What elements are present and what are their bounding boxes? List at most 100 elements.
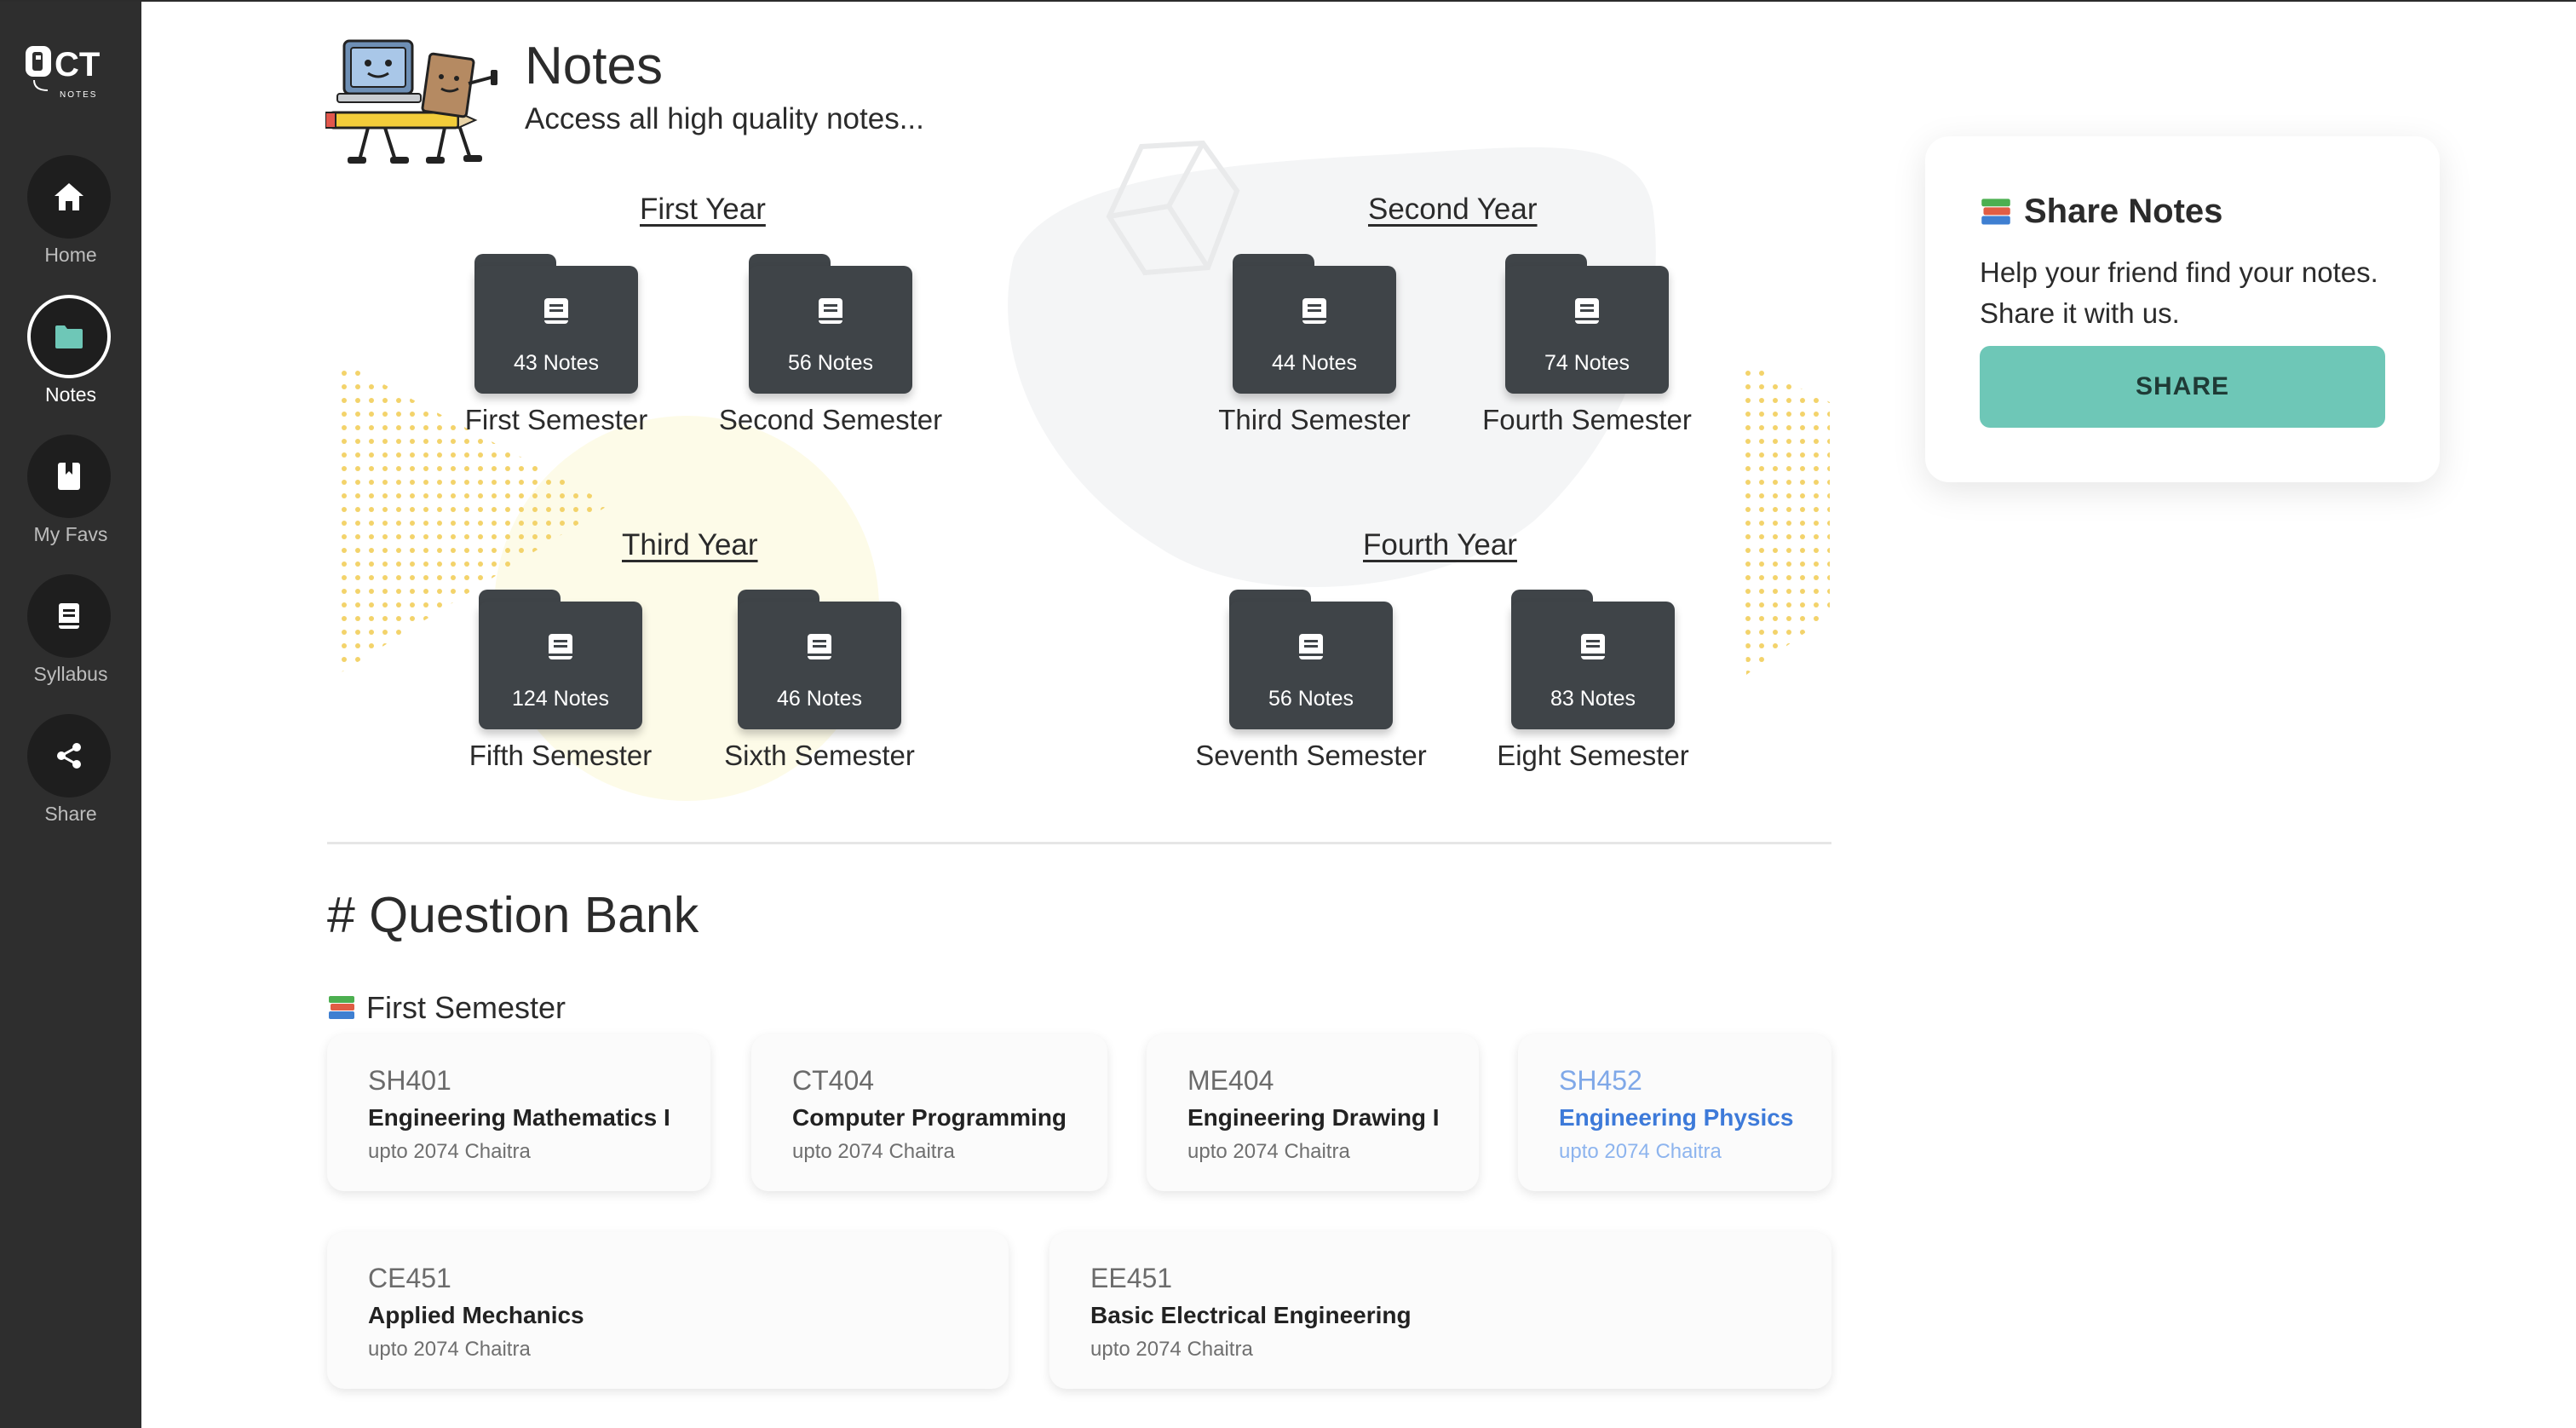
subject-upto: upto 2074 Chaitra — [1559, 1140, 1722, 1163]
share-notes-heading: Share Notes — [1980, 193, 2222, 231]
subject-upto: upto 2074 Chaitra — [368, 1338, 531, 1361]
share-notes-card: Share Notes Help your friend find your n… — [1925, 136, 2440, 482]
sidebar-item-label: Syllabus — [33, 663, 108, 685]
nav-circle — [27, 295, 111, 378]
question-bank-title: # Question Bank — [327, 887, 699, 943]
logo-subtext: NOTES — [60, 90, 97, 100]
sidebar-item-home[interactable]: Home — [0, 155, 141, 283]
subject-name: Engineering Mathematics I — [368, 1104, 670, 1131]
page-subtitle: Access all high quality notes... — [525, 102, 924, 135]
folder-third-semester[interactable]: 44 Notes — [1233, 254, 1396, 397]
sidebar-item-label: Notes — [44, 383, 97, 406]
share-notes-description: Help your friend find your notes. Share … — [1980, 256, 2378, 329]
mascot-illustration — [325, 32, 501, 169]
nav-circle — [27, 155, 111, 239]
folder-body: 124 Notes — [479, 602, 642, 729]
subject-card[interactable]: CT404 Computer Programming upto 2074 Cha… — [751, 1034, 1107, 1191]
folder-fourth-semester[interactable]: 74 Notes — [1505, 254, 1669, 397]
semester-label[interactable]: First Semester — [465, 404, 648, 436]
books-icon — [329, 996, 354, 1019]
notebook-icon — [819, 298, 842, 324]
subject-upto: upto 2074 Chaitra — [1090, 1338, 1253, 1361]
notes-count: 46 Notes — [776, 687, 863, 711]
folder-eight-semester[interactable]: 83 Notes — [1511, 590, 1675, 733]
sidebar-item-label: Home — [44, 244, 97, 266]
folder-icon — [55, 325, 83, 348]
subject-name: Applied Mechanics — [368, 1302, 584, 1328]
year-title-third[interactable]: Third Year — [622, 528, 758, 562]
nav-circle — [27, 435, 111, 518]
sidebar-item-my-favs[interactable]: My Favs — [0, 435, 141, 562]
subject-code: SH401 — [368, 1065, 451, 1096]
subject-name: Basic Electrical Engineering — [1090, 1302, 1412, 1328]
semester-label[interactable]: Seventh Semester — [1195, 740, 1426, 772]
folder-first-semester[interactable]: 43 Notes — [474, 254, 638, 397]
folder-second-semester[interactable]: 56 Notes — [749, 254, 912, 397]
notes-count: 44 Notes — [1271, 351, 1358, 375]
semester-label[interactable]: Third Semester — [1218, 404, 1411, 436]
year-title-second[interactable]: Second Year — [1368, 193, 1538, 227]
notebook-icon — [1299, 634, 1323, 659]
folder-sixth-semester[interactable]: 46 Notes — [738, 590, 901, 733]
subject-code: ME404 — [1187, 1065, 1274, 1096]
home-icon — [55, 183, 83, 210]
folder-body: 56 Notes — [1229, 602, 1393, 729]
subject-card[interactable]: SH401 Engineering Mathematics I upto 207… — [327, 1034, 710, 1191]
notes-count: 43 Notes — [513, 351, 600, 375]
bookmark-icon — [58, 463, 80, 490]
sidebar: CT NOTES Home Notes My Favs Syllabus Sha… — [0, 2, 141, 1428]
subject-card-highlighted[interactable]: SH452 Engineering Physics upto 2074 Chai… — [1518, 1034, 1831, 1191]
sidebar-item-syllabus[interactable]: Syllabus — [0, 574, 141, 702]
book-icon — [59, 603, 79, 629]
folder-body: 44 Notes — [1233, 266, 1396, 394]
semester-label[interactable]: Fourth Semester — [1482, 404, 1692, 436]
semester-label[interactable]: Second Semester — [719, 404, 942, 436]
subject-card[interactable]: EE451 Basic Electrical Engineering upto … — [1049, 1232, 1831, 1389]
sidebar-item-label: Share — [44, 803, 97, 825]
year-title-first[interactable]: First Year — [640, 193, 766, 227]
subject-code: SH452 — [1559, 1065, 1642, 1096]
semester-heading-text: First Semester — [366, 990, 566, 1025]
notebook-icon — [1302, 298, 1326, 324]
sidebar-item-share[interactable]: Share — [0, 714, 141, 842]
subject-code: CT404 — [792, 1065, 875, 1096]
notebook-icon — [1575, 298, 1599, 324]
semester-label[interactable]: Fifth Semester — [469, 740, 653, 772]
subject-name: Engineering Drawing I — [1187, 1104, 1440, 1131]
semester-label[interactable]: Eight Semester — [1497, 740, 1689, 772]
logo-text: CT — [55, 46, 100, 83]
nav-circle — [27, 714, 111, 797]
notebook-icon — [544, 298, 568, 324]
subject-upto: upto 2074 Chaitra — [1187, 1140, 1350, 1163]
subject-upto: upto 2074 Chaitra — [368, 1140, 531, 1163]
folder-fifth-semester[interactable]: 124 Notes — [479, 590, 642, 733]
subject-card[interactable]: ME404 Engineering Drawing I upto 2074 Ch… — [1147, 1034, 1479, 1191]
year-title-fourth[interactable]: Fourth Year — [1363, 528, 1517, 562]
notebook-icon — [808, 634, 831, 659]
share-icon — [57, 743, 81, 769]
share-notes-title: Share Notes — [2024, 193, 2223, 230]
section-divider — [327, 842, 1831, 844]
notes-count: 74 Notes — [1544, 351, 1630, 375]
folder-seventh-semester[interactable]: 56 Notes — [1229, 590, 1393, 733]
notebook-icon — [549, 634, 572, 659]
share-button[interactable]: SHARE — [1980, 346, 2385, 428]
subject-name: Engineering Physics — [1559, 1104, 1794, 1131]
sidebar-item-notes[interactable]: Notes — [0, 295, 141, 423]
notes-count: 56 Notes — [1268, 687, 1354, 711]
notes-count: 56 Notes — [787, 351, 874, 375]
page-title: Notes — [525, 37, 663, 95]
folder-body: 83 Notes — [1511, 602, 1675, 729]
notes-count: 83 Notes — [1550, 687, 1636, 711]
subject-card[interactable]: CE451 Applied Mechanics upto 2074 Chaitr… — [327, 1232, 1009, 1389]
semester-label[interactable]: Sixth Semester — [724, 740, 915, 772]
app-logo[interactable]: CT NOTES — [22, 41, 119, 102]
subject-code: EE451 — [1090, 1263, 1173, 1293]
subject-upto: upto 2074 Chaitra — [792, 1140, 955, 1163]
subject-code: CE451 — [368, 1263, 451, 1293]
folder-body: 46 Notes — [738, 602, 901, 729]
sidebar-item-label: My Favs — [33, 523, 108, 545]
subject-name: Computer Programming — [792, 1104, 1067, 1131]
folder-body: 74 Notes — [1505, 266, 1669, 394]
books-icon — [1981, 198, 2010, 225]
